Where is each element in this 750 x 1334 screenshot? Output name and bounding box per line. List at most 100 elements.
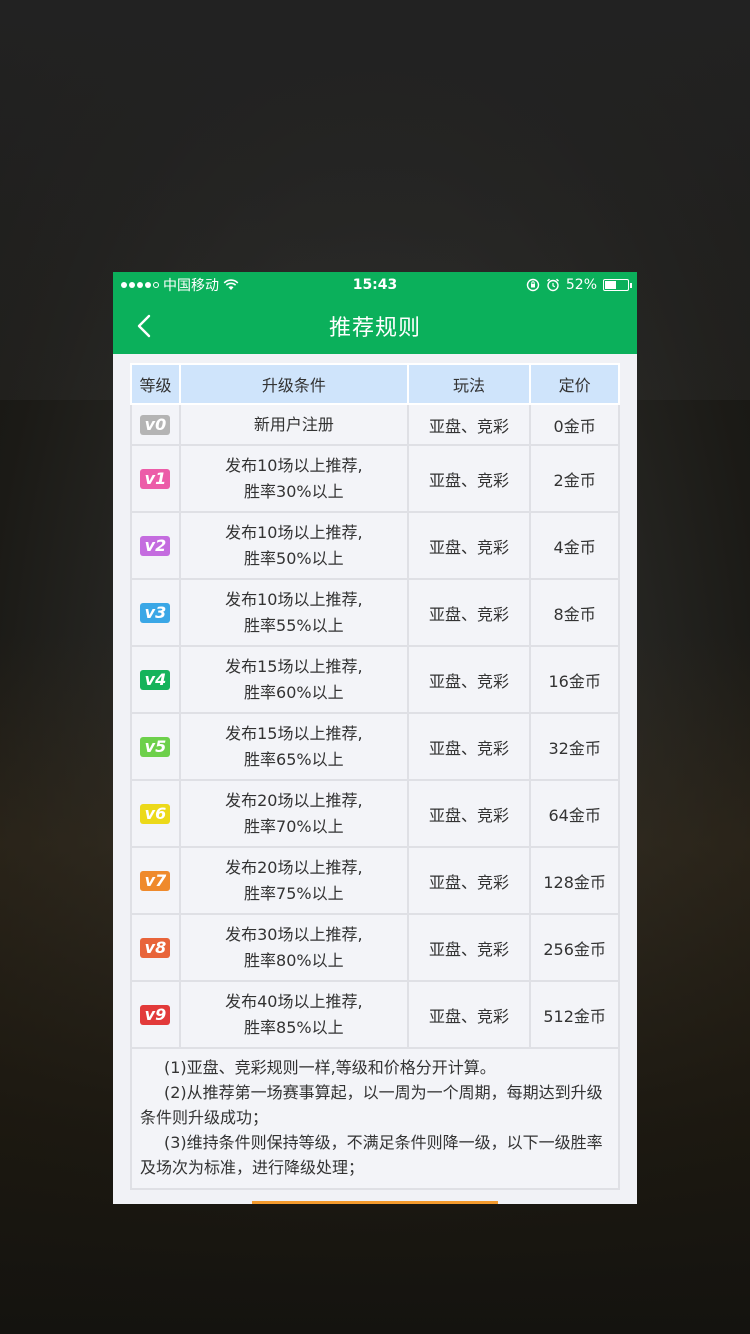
condition-cell: 发布15场以上推荐, 胜率60%以上 xyxy=(178,645,409,714)
condition-line: 胜率75%以上 xyxy=(244,883,344,903)
level-cell: v4 xyxy=(130,645,181,714)
level-cell: v2 xyxy=(130,511,181,580)
rotation-lock-icon xyxy=(526,278,540,292)
level-badge: v6 xyxy=(140,803,171,824)
level-badge: v1 xyxy=(140,468,171,489)
condition-line: 发布20场以上推荐, xyxy=(225,790,363,810)
level-badge: v4 xyxy=(140,669,171,690)
header-level: 等级 xyxy=(130,363,181,405)
rules-description: (1)亚盘、竞彩规则一样,等级和价格分开计算。 (2)从推荐第一场赛事算起，以一… xyxy=(130,1049,620,1190)
condition-cell: 发布10场以上推荐, 胜率30%以上 xyxy=(178,444,409,513)
condition-line: 胜率55%以上 xyxy=(244,615,344,635)
phone-screen: 中国移动 15:43 52% 推荐规则 等级 升级条件 玩法 定价 v0 新用户… xyxy=(113,272,637,1204)
rule-line-1: (1)亚盘、竞彩规则一样,等级和价格分开计算。 xyxy=(164,1058,496,1077)
level-cell: v0 xyxy=(130,403,181,446)
rule-line-3: (3)维持条件则保持等级，不满足条件则降一级，以下一级胜率及场次为标准，进行降级… xyxy=(140,1133,603,1177)
carrier-label: 中国移动 xyxy=(163,278,219,294)
table-row: v7 发布20场以上推荐, 胜率75%以上 亚盘、竞彩 128金币 xyxy=(130,846,620,915)
level-cell: v7 xyxy=(130,846,181,915)
chevron-left-icon xyxy=(137,314,151,338)
condition-line: 胜率70%以上 xyxy=(244,816,344,836)
condition-line: 发布10场以上推荐, xyxy=(225,455,363,475)
table-row: v5 发布15场以上推荐, 胜率65%以上 亚盘、竞彩 32金币 xyxy=(130,712,620,781)
condition-line: 发布10场以上推荐, xyxy=(225,522,363,542)
condition-cell: 发布15场以上推荐, 胜率65%以上 xyxy=(178,712,409,781)
price-cell: 32金币 xyxy=(529,712,620,781)
bottom-action-bar[interactable] xyxy=(252,1201,498,1204)
price-cell: 512金币 xyxy=(529,980,620,1049)
level-table: 等级 升级条件 玩法 定价 v0 新用户注册 亚盘、竞彩 0金币 v1 发布10场以上推荐… xyxy=(130,363,620,1049)
price-cell: 64金币 xyxy=(529,779,620,848)
level-badge: v9 xyxy=(140,1004,171,1025)
condition-line: 新用户注册 xyxy=(253,414,334,434)
play-cell: 亚盘、竞彩 xyxy=(406,511,532,580)
play-cell: 亚盘、竞彩 xyxy=(406,779,532,848)
play-cell: 亚盘、竞彩 xyxy=(406,645,532,714)
rule-line-2: (2)从推荐第一场赛事算起，以一周为一个周期，每期达到升级条件则升级成功； xyxy=(140,1083,603,1127)
header-play: 玩法 xyxy=(406,363,532,405)
level-cell: v6 xyxy=(130,779,181,848)
price-cell: 2金币 xyxy=(529,444,620,513)
level-cell: v9 xyxy=(130,980,181,1049)
condition-cell: 发布40场以上推荐, 胜率85%以上 xyxy=(178,980,409,1049)
back-button[interactable] xyxy=(131,310,161,342)
table-row: v0 新用户注册 亚盘、竞彩 0金币 xyxy=(130,403,620,446)
level-cell: v8 xyxy=(130,913,181,982)
header-condition: 升级条件 xyxy=(178,363,409,405)
level-badge: v2 xyxy=(140,535,171,556)
table-row: v1 发布10场以上推荐, 胜率30%以上 亚盘、竞彩 2金币 xyxy=(130,444,620,513)
condition-line: 胜率85%以上 xyxy=(244,1017,344,1037)
price-cell: 128金币 xyxy=(529,846,620,915)
condition-cell: 发布10场以上推荐, 胜率50%以上 xyxy=(178,511,409,580)
level-badge: v0 xyxy=(140,414,171,435)
price-cell: 0金币 xyxy=(529,403,620,446)
condition-line: 发布20场以上推荐, xyxy=(225,857,363,877)
table-row: v3 发布10场以上推荐, 胜率55%以上 亚盘、竞彩 8金币 xyxy=(130,578,620,647)
battery-percent: 52% xyxy=(565,277,597,293)
table-row: v4 发布15场以上推荐, 胜率60%以上 亚盘、竞彩 16金币 xyxy=(130,645,620,714)
play-cell: 亚盘、竞彩 xyxy=(406,403,532,446)
condition-cell: 发布20场以上推荐, 胜率75%以上 xyxy=(178,846,409,915)
condition-line: 发布40场以上推荐, xyxy=(225,991,363,1011)
status-bar: 中国移动 15:43 52% xyxy=(113,272,637,298)
signal-icon xyxy=(121,282,159,288)
condition-line: 发布10场以上推荐, xyxy=(225,589,363,609)
battery-fill xyxy=(605,281,617,289)
table-row: v8 发布30场以上推荐, 胜率80%以上 亚盘、竞彩 256金币 xyxy=(130,913,620,982)
condition-cell: 发布30场以上推荐, 胜率80%以上 xyxy=(178,913,409,982)
header-price: 定价 xyxy=(529,363,620,405)
condition-cell: 新用户注册 xyxy=(178,403,409,446)
level-badge: v8 xyxy=(140,937,171,958)
condition-line: 发布15场以上推荐, xyxy=(225,656,363,676)
table-row: v9 发布40场以上推荐, 胜率85%以上 亚盘、竞彩 512金币 xyxy=(130,980,620,1049)
table-row: v6 发布20场以上推荐, 胜率70%以上 亚盘、竞彩 64金币 xyxy=(130,779,620,848)
condition-line: 胜率30%以上 xyxy=(244,481,344,501)
play-cell: 亚盘、竞彩 xyxy=(406,980,532,1049)
condition-line: 发布30场以上推荐, xyxy=(225,924,363,944)
level-badge: v3 xyxy=(140,602,171,623)
play-cell: 亚盘、竞彩 xyxy=(406,846,532,915)
condition-line: 发布15场以上推荐, xyxy=(225,723,363,743)
condition-line: 胜率80%以上 xyxy=(244,950,344,970)
condition-line: 胜率50%以上 xyxy=(244,548,344,568)
level-cell: v5 xyxy=(130,712,181,781)
price-cell: 4金币 xyxy=(529,511,620,580)
nav-bar: 推荐规则 xyxy=(113,298,637,354)
play-cell: 亚盘、竞彩 xyxy=(406,444,532,513)
alarm-icon xyxy=(546,278,559,292)
wifi-icon xyxy=(223,279,239,290)
level-cell: v1 xyxy=(130,444,181,513)
price-cell: 16金币 xyxy=(529,645,620,714)
condition-cell: 发布10场以上推荐, 胜率55%以上 xyxy=(178,578,409,647)
play-cell: 亚盘、竞彩 xyxy=(406,578,532,647)
battery-icon xyxy=(603,279,632,291)
table-row: v2 发布10场以上推荐, 胜率50%以上 亚盘、竞彩 4金币 xyxy=(130,511,620,580)
condition-cell: 发布20场以上推荐, 胜率70%以上 xyxy=(178,779,409,848)
level-badge: v5 xyxy=(140,736,171,757)
level-cell: v3 xyxy=(130,578,181,647)
price-cell: 8金币 xyxy=(529,578,620,647)
page-title: 推荐规则 xyxy=(328,316,421,341)
level-badge: v7 xyxy=(140,870,171,891)
play-cell: 亚盘、竞彩 xyxy=(406,712,532,781)
price-cell: 256金币 xyxy=(529,913,620,982)
